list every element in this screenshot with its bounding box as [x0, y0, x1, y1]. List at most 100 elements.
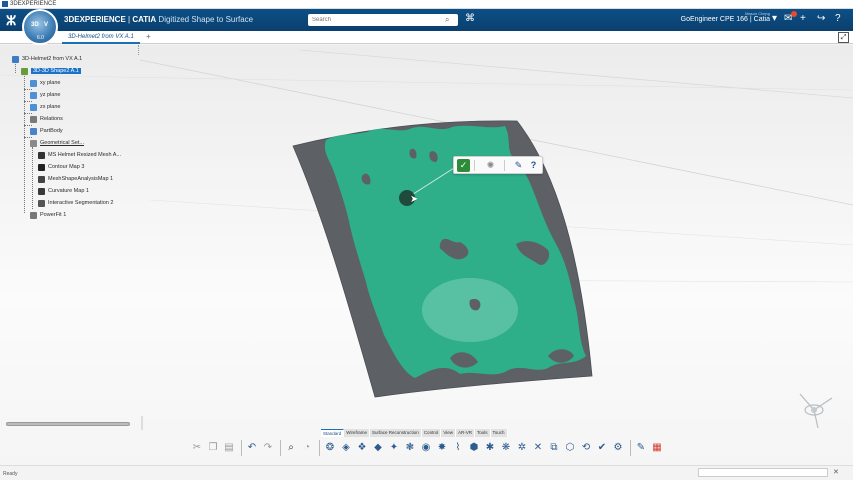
tree-node[interactable]: zx plane	[30, 103, 61, 112]
search-icon[interactable]: ⌕	[445, 15, 449, 25]
brush-icon[interactable]: ✎	[512, 159, 525, 172]
transform-icon[interactable]: ⟲	[579, 441, 593, 455]
command-input[interactable]	[698, 468, 828, 477]
status-bar: Ready ✕	[0, 465, 853, 480]
tree-node[interactable]: yz plane	[30, 91, 61, 100]
app-icon	[2, 1, 8, 7]
help-icon[interactable]: ?	[527, 159, 540, 172]
add-icon[interactable]: +	[800, 13, 806, 24]
paste-icon[interactable]: ▤	[222, 441, 236, 455]
mesh-import-icon[interactable]: ◈	[339, 441, 353, 455]
tab-document[interactable]: 3D-Helmet2 from VX A.1	[62, 31, 140, 44]
scrollbar-end	[141, 416, 143, 430]
tree-node-label: 3D-3D Shape2 A.1	[31, 68, 81, 74]
snap-icon[interactable]: ❂	[323, 441, 337, 455]
tree-node[interactable]: PowerFit 1	[30, 211, 66, 220]
surface-icon[interactable]: ⬢	[467, 441, 481, 455]
tree-node-label: Contour Map 3	[48, 164, 85, 170]
tree-connector	[24, 73, 25, 213]
measure-icon[interactable]: ◔	[300, 441, 314, 455]
window-titlebar: 3DEXPERIENCE	[0, 0, 853, 9]
ribbon-tab[interactable]: Tools	[475, 429, 491, 437]
ribbon-tab[interactable]: Touch	[490, 429, 508, 437]
brand-title: 3DEXPERIENCE | CATIA Digitized Shape to …	[64, 15, 253, 24]
curve-icon[interactable]: ⌇	[451, 441, 465, 455]
tree-node[interactable]: Interactive Segmentation 2	[38, 199, 113, 208]
close-icon[interactable]: ✕	[833, 468, 839, 476]
color-map-icon[interactable]: ▦	[650, 441, 664, 455]
deviation-icon[interactable]: ⚙	[611, 441, 625, 455]
blend-icon[interactable]: ✲	[515, 441, 529, 455]
contour-icon	[38, 164, 45, 171]
compass-icon[interactable]: ✺	[484, 159, 497, 172]
tree-node-label: 3D-Helmet2 from VX A.1	[22, 56, 83, 62]
curvature-icon[interactable]: ✸	[435, 441, 449, 455]
tree-connector	[24, 89, 32, 90]
join-icon[interactable]: ⧉	[547, 441, 561, 455]
tree-node[interactable]: Curvature Map 1	[38, 187, 89, 196]
ribbon-tab[interactable]: Control	[421, 429, 442, 437]
user-menu[interactable]: Mason Cheng GoEngineer CPE 166 | Catia	[680, 11, 770, 23]
extract-icon[interactable]: ⬡	[563, 441, 577, 455]
cloud-icon[interactable]: ❖	[355, 441, 369, 455]
tree-connector	[24, 113, 32, 114]
tree-node[interactable]: MeshShapeAnalysisMap 1	[38, 175, 113, 184]
tree-node-label: MS Helmet Resized Mesh A...	[48, 152, 122, 158]
expand-icon[interactable]: ⤢	[838, 32, 849, 43]
copy-icon[interactable]: ❐	[206, 441, 220, 455]
segment-icon[interactable]: ❃	[403, 441, 417, 455]
check-icon[interactable]: ✓	[457, 159, 470, 172]
separator	[241, 440, 242, 456]
share-icon[interactable]: ↪	[817, 13, 825, 24]
surface-highlight	[422, 278, 518, 342]
tree-resize-handle[interactable]	[138, 45, 140, 55]
trim-icon[interactable]: ✕	[531, 441, 545, 455]
filter-icon[interactable]: ✦	[387, 441, 401, 455]
search-input[interactable]	[308, 14, 458, 26]
top-bar: ⵣ 3DEXPERIENCE | CATIA Digitized Shape t…	[0, 9, 853, 31]
ribbon-tabs: Standard Wireframe Surface Reconstructio…	[321, 429, 508, 437]
tree-node[interactable]: MS Helmet Resized Mesh A...	[38, 151, 121, 160]
redo-icon[interactable]: ↷	[261, 441, 275, 455]
tag-icon[interactable]: ⌘	[465, 13, 475, 24]
plane-icon	[30, 92, 37, 99]
add-tab-icon[interactable]: +	[146, 32, 151, 41]
section-icon[interactable]: ◆	[371, 441, 385, 455]
tree-node-label: zx plane	[40, 104, 61, 110]
tree-node-label: yz plane	[40, 92, 61, 98]
ds-logo-icon[interactable]: ⵣ	[6, 13, 16, 29]
tree-scrollbar[interactable]	[6, 422, 130, 426]
tree-node[interactable]: Geometrical Set...	[30, 139, 84, 148]
ribbon-tab[interactable]: View	[441, 429, 457, 437]
tree-node[interactable]: Contour Map 3	[38, 163, 84, 172]
fill-icon[interactable]: ❋	[499, 441, 513, 455]
tree-node[interactable]: xy plane	[30, 79, 61, 88]
tree-node[interactable]: 3D-Helmet2 from VX A.1	[12, 55, 82, 64]
powerfit-icon[interactable]: ✱	[483, 441, 497, 455]
help-icon[interactable]: ?	[835, 13, 841, 24]
tree-node[interactable]: PartBody	[30, 127, 63, 136]
paint-icon[interactable]: ✎	[634, 441, 648, 455]
tree-node[interactable]: 3D-3D Shape2 A.1	[21, 67, 81, 76]
chevron-down-icon[interactable]: ▾	[772, 13, 777, 24]
compass-v-label: V	[44, 22, 49, 28]
ribbon-tab[interactable]: Wireframe	[344, 429, 371, 437]
3d-viewport[interactable]	[0, 45, 853, 465]
document-tabbar: 3D-Helmet2 from VX A.1 + ⤢	[0, 31, 853, 44]
zoom-icon[interactable]: ⌕	[284, 441, 298, 455]
ribbon-tab[interactable]: Standard	[321, 429, 345, 437]
tree-connector	[24, 125, 32, 126]
check-icon[interactable]: ✔	[595, 441, 609, 455]
tree-connector	[32, 147, 33, 209]
axis-triad-icon[interactable]	[792, 388, 836, 432]
tree-node[interactable]: Relations	[30, 115, 63, 124]
action-bar: ✂ ❐ ▤ ↶ ↷ ⌕ ◔ ❂ ◈ ❖ ◆ ✦ ❃ ◉ ✸ ⌇ ⬢ ✱ ❋ ✲ …	[186, 437, 672, 459]
tree-node-label: MeshShapeAnalysisMap 1	[48, 176, 114, 182]
separator	[319, 440, 320, 456]
ribbon-tab[interactable]: Surface Reconstruction	[370, 429, 422, 437]
compass-widget[interactable]: 3D V 6.0	[22, 9, 58, 45]
ribbon-tab[interactable]: AR-VR	[456, 429, 476, 437]
undo-icon[interactable]: ↶	[245, 441, 259, 455]
cut-icon[interactable]: ✂	[190, 441, 204, 455]
analysis-icon[interactable]: ◉	[419, 441, 433, 455]
